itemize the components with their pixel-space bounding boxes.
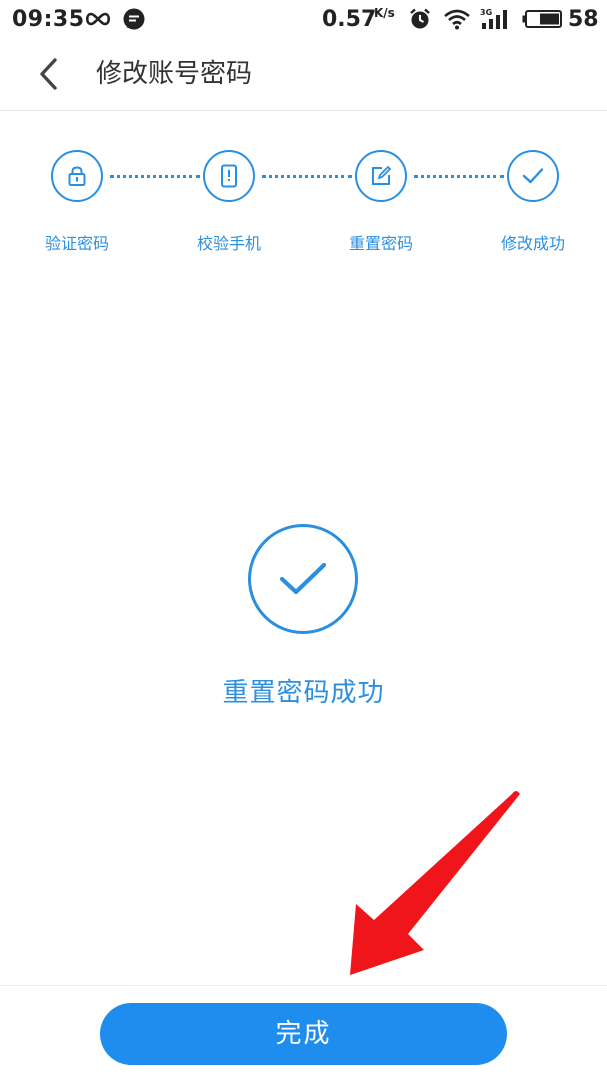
step-label: 校验手机 — [196, 234, 261, 253]
step-reset-password — [355, 150, 407, 202]
status-time: 09:35 — [12, 6, 85, 32]
lock-icon — [68, 166, 86, 186]
screen: 09:35 0.57 K/s 3G 58 修改账号密码 验证密码 校验手机 重置… — [0, 0, 607, 1080]
battery-icon — [522, 0, 564, 38]
chevron-left-icon — [40, 58, 57, 90]
status-bar: 09:35 0.57 K/s 3G 58 — [0, 0, 607, 38]
check-circle-icon — [248, 524, 358, 634]
signal-3g-icon: 3G — [478, 0, 514, 38]
step-verify-phone — [203, 150, 255, 202]
app-header: 修改账号密码 — [0, 38, 607, 111]
step-label: 修改成功 — [500, 234, 565, 253]
step-connector — [262, 175, 352, 178]
step-verify-password — [51, 150, 103, 202]
step-label: 验证密码 — [44, 234, 109, 253]
annotation-arrow-icon — [350, 791, 520, 975]
svg-text:3G: 3G — [480, 8, 492, 17]
network-speed-unit: K/s — [374, 6, 395, 20]
phone-icon — [221, 164, 237, 188]
bottom-bar: 完成 — [0, 985, 607, 1080]
success-message: 重置密码成功 — [222, 678, 385, 708]
edit-icon — [372, 165, 392, 185]
network-speed: 0.57 — [322, 6, 377, 32]
check-icon — [522, 168, 544, 184]
page-title: 修改账号密码 — [96, 59, 253, 89]
step-change-success — [507, 150, 559, 202]
done-button[interactable]: 完成 — [100, 1003, 507, 1065]
wifi-icon — [443, 0, 471, 38]
battery-level: 58 — [568, 6, 599, 32]
back-button[interactable] — [28, 54, 68, 94]
alarm-icon — [408, 0, 432, 38]
message-icon — [122, 0, 146, 38]
step-connector — [414, 175, 504, 178]
progress-stepper: 验证密码 校验手机 重置密码 修改成功 — [0, 150, 607, 260]
infinity-icon — [84, 0, 112, 38]
step-label: 重置密码 — [348, 234, 413, 253]
step-connector — [110, 175, 200, 178]
